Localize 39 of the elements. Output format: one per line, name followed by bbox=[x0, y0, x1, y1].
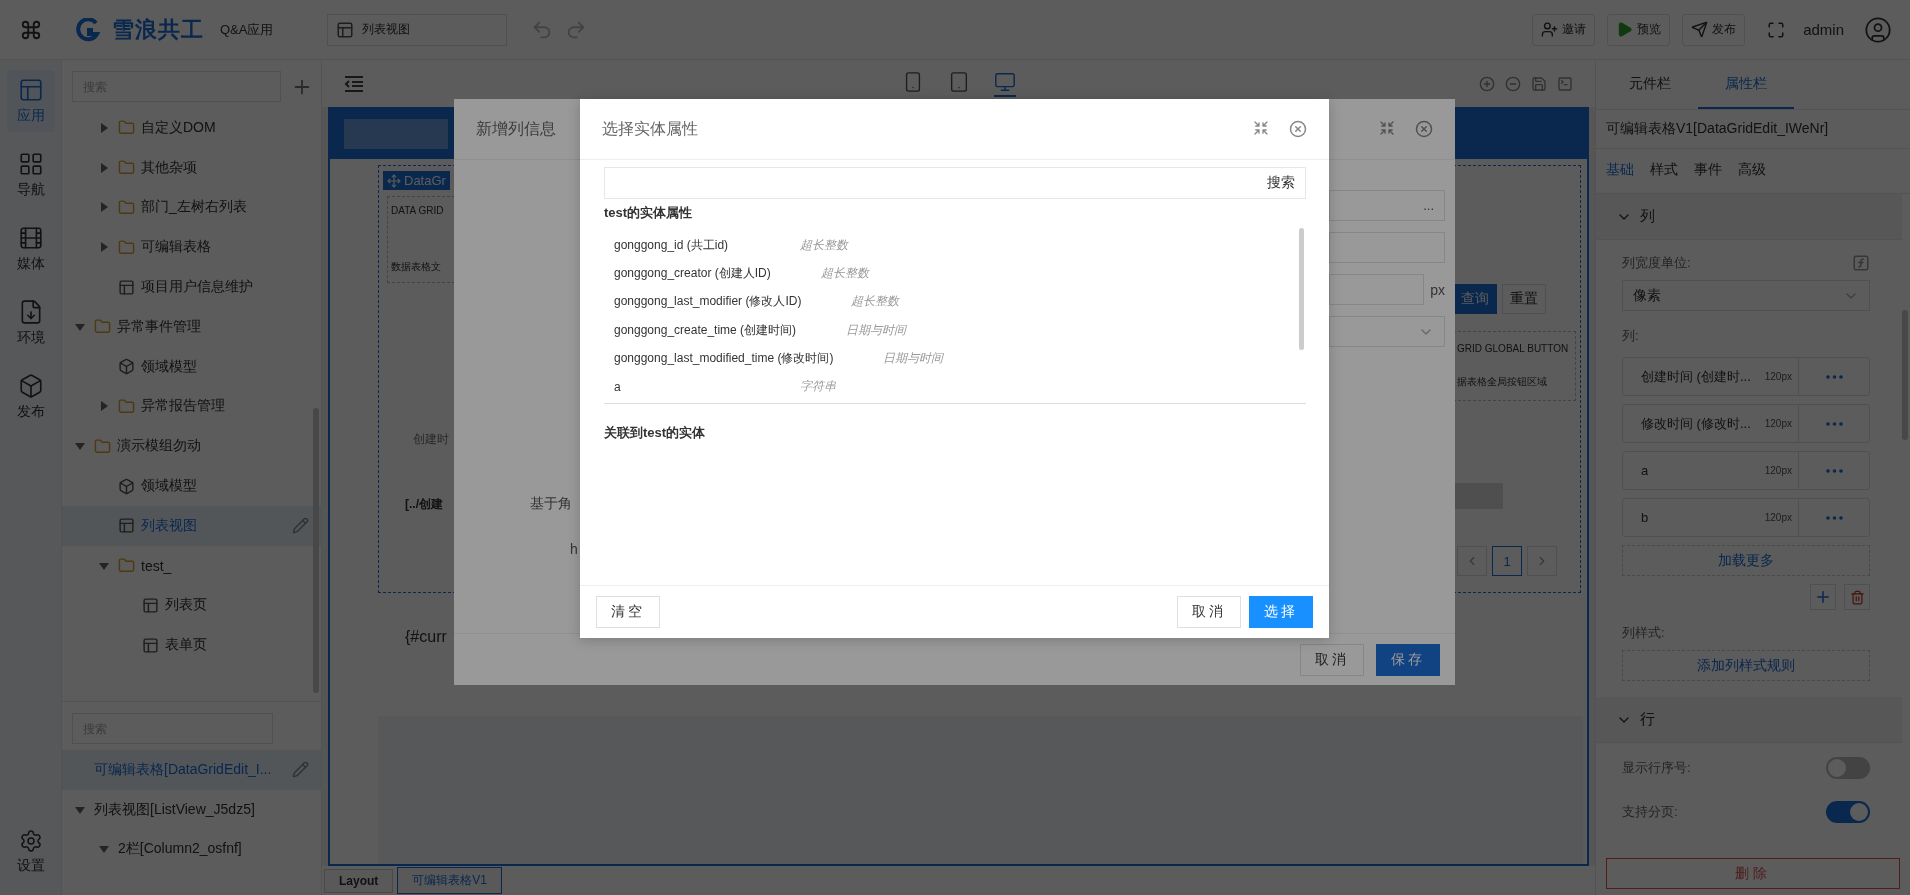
column-name: b 120px bbox=[1623, 499, 1799, 536]
field-label: h bbox=[570, 541, 578, 557]
column-name: 创建时间 (创建时... 120px bbox=[1623, 358, 1799, 395]
field-label: 基于角 bbox=[530, 495, 572, 513]
attribute-type: 日期与时间 bbox=[883, 349, 944, 367]
logo-text: 雪浪共工 bbox=[112, 15, 204, 44]
column-width: 120px bbox=[1764, 371, 1792, 382]
app-name: Q&A应用 bbox=[220, 20, 274, 39]
dialog-title: 选择实体属性 bbox=[602, 118, 698, 139]
attribute-type: 超长整数 bbox=[820, 264, 869, 282]
section-title: 行 bbox=[1640, 710, 1655, 729]
attribute-type: 超长整数 bbox=[800, 236, 848, 254]
attribute-name: gonggong_create_time (创建时间) bbox=[614, 321, 797, 339]
attribute-name: a bbox=[614, 379, 622, 394]
unit-label: px bbox=[1430, 281, 1445, 298]
column-width: 120px bbox=[1764, 465, 1792, 476]
column-width: 120px bbox=[1764, 512, 1792, 523]
area-text: 据表格全局按钮区域 bbox=[1457, 375, 1548, 390]
column-name: 修改时间 (修改时... 120px bbox=[1623, 405, 1799, 442]
column-width: 120px bbox=[1764, 418, 1792, 429]
attribute-type: 超长整数 bbox=[851, 293, 900, 311]
attribute-name: gonggong_last_modified_time (修改时间) bbox=[614, 349, 834, 367]
dialog-title: 新增列信息 bbox=[476, 118, 556, 139]
attribute-type: 字符串 bbox=[800, 378, 836, 396]
column-value: [../创建 bbox=[405, 496, 443, 513]
attribute-name: gonggong_creator (创建人ID) bbox=[614, 264, 771, 282]
template-text: {#curr bbox=[405, 628, 447, 645]
section-title: 关联到test的实体 bbox=[604, 423, 707, 442]
field-label: 列: bbox=[1622, 327, 1639, 345]
attribute-type: 日期与时间 bbox=[846, 321, 907, 339]
section-title: test的实体属性 bbox=[604, 204, 694, 222]
attribute-name: gonggong_last_modifier (修改人ID) bbox=[614, 293, 802, 311]
section-title: 列 bbox=[1640, 207, 1655, 226]
attribute-name: gonggong_id (共工id) bbox=[614, 236, 730, 254]
area-title: GRID GLOBAL BUTTON bbox=[1457, 342, 1570, 354]
component-title: 可编辑表格V1[DataGridEdit_IWeNr] bbox=[1596, 110, 1910, 149]
column-name: a 120px bbox=[1623, 452, 1799, 489]
placeholder-text: 数据表格文 bbox=[391, 260, 442, 274]
placeholder-title: DATA GRID bbox=[391, 205, 445, 216]
